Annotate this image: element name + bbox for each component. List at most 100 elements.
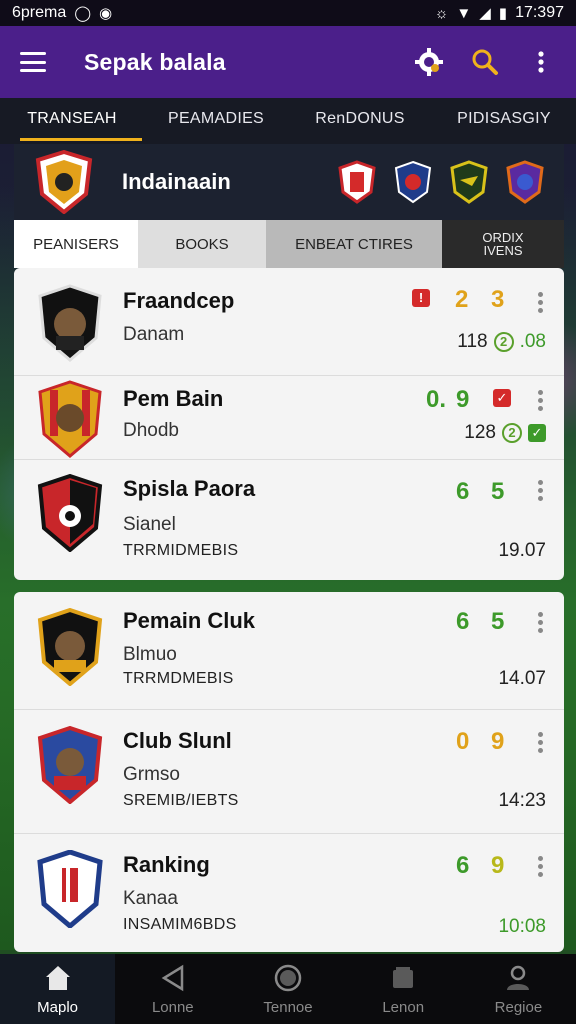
- nav-label: Lonne: [151, 998, 194, 1016]
- more-options-icon[interactable]: [538, 732, 544, 754]
- list-item[interactable]: Club Slunl Grmso SREMIB/IEBTS 0 9 14:23: [14, 710, 564, 834]
- filter-tabs: PEANISERS BOOKS ENBEAT CTIRES ORDIX IVEN…: [14, 220, 564, 268]
- list-item[interactable]: Pemain Cluk Blmuo TRRMDMEBIS 6 5 14.07: [14, 592, 564, 710]
- row-subtitle: Dhodb: [123, 420, 179, 441]
- list-item[interactable]: Spisla Paora Sianel TRRMIDMEBIS 6 5 19.0…: [14, 460, 564, 580]
- score-home: 0: [456, 728, 470, 755]
- filter-ordix-line2: IVENS: [483, 243, 523, 258]
- tab-transeah[interactable]: TRANSEAH: [0, 98, 144, 144]
- tab-pidisasgiy[interactable]: PIDISASGIY: [432, 98, 576, 144]
- battery-icon: ▮: [498, 4, 508, 22]
- score-away: 9: [491, 728, 505, 755]
- alarm-icon: ☼: [434, 4, 449, 22]
- app-bar: Sepak balala: [0, 26, 576, 98]
- row-subtitle: Sianel: [123, 514, 176, 535]
- red-card-icon: !: [412, 289, 430, 307]
- check-icon: ✓: [528, 424, 546, 442]
- nav-tennoe[interactable]: Tennoe: [230, 954, 345, 1024]
- club-badge-icon: [37, 474, 103, 552]
- timer-ring-icon: 2: [502, 423, 522, 443]
- list-item[interactable]: Fraandcep Danam ! 2 3 118 2 .08: [14, 268, 564, 376]
- more-options-icon[interactable]: [538, 292, 544, 314]
- row-meta-extra: .08: [519, 331, 546, 352]
- more-options-icon[interactable]: [538, 480, 544, 502]
- row-meta-value: 118: [457, 331, 488, 352]
- score-home: 6: [456, 608, 470, 635]
- list-item[interactable]: Ranking Kanaa INSAMIM6BDS 6 9 10:08: [14, 834, 564, 952]
- nav-label: Maplo: [37, 998, 79, 1016]
- more-options-icon[interactable]: [538, 612, 544, 634]
- team-green-crest-icon[interactable]: [450, 160, 488, 204]
- row-meta-value: 128: [464, 422, 496, 443]
- more-options-icon[interactable]: [538, 390, 544, 412]
- row-meta-value: 19.07: [498, 540, 546, 561]
- nav-lonne[interactable]: Lonne: [115, 954, 230, 1024]
- filter-books[interactable]: BOOKS: [138, 220, 266, 268]
- filter-peanisers[interactable]: PEANISERS: [14, 220, 138, 268]
- score-home: 6: [456, 852, 470, 879]
- search-icon[interactable]: [470, 47, 500, 77]
- more-options-icon[interactable]: [538, 856, 544, 878]
- league-crest-icon[interactable]: [34, 150, 94, 214]
- more-vert-icon[interactable]: [526, 47, 556, 77]
- signal-icon: ◢: [479, 4, 491, 22]
- nav-label: Lenon: [382, 998, 425, 1016]
- tab-rendonus[interactable]: RenDONUS: [288, 98, 432, 144]
- row-title: Club Slunl: [123, 728, 232, 753]
- row-status: INSAMIM6BDS: [123, 916, 237, 933]
- nav-home[interactable]: Maplo: [0, 954, 116, 1024]
- club-badge-icon: [37, 608, 103, 686]
- results-card: Fraandcep Danam ! 2 3 118 2 .08 Pem Bain…: [14, 268, 564, 580]
- score-home: 0.: [426, 386, 447, 413]
- row-status: TRRMDMEBIS: [123, 670, 234, 687]
- league-header: Indainaain: [14, 144, 564, 220]
- row-meta-value: 14:23: [498, 790, 546, 811]
- score-away: 3: [491, 286, 505, 313]
- top-tabs: TRANSEAH PEAMADIES RenDONUS PIDISASGIY: [0, 98, 576, 144]
- row-meta: 14:23: [498, 790, 546, 812]
- app-title: Sepak balala: [84, 48, 226, 75]
- row-meta: 14.07: [498, 668, 546, 690]
- row-subtitle: Blmuo: [123, 644, 177, 665]
- settings-gear-icon[interactable]: [414, 47, 444, 77]
- club-badge-icon: [38, 380, 102, 458]
- row-title: Ranking: [123, 852, 210, 877]
- row-meta: 128 2 ✓: [464, 422, 546, 444]
- nav-label: Tennoe: [263, 998, 313, 1016]
- hamburger-menu-icon[interactable]: [20, 52, 46, 72]
- recent-apps-icon: [393, 966, 414, 988]
- score-home: 6: [456, 478, 470, 505]
- row-meta-value: 10:08: [498, 916, 546, 937]
- filter-enbeat-ctires[interactable]: ENBEAT CTIRES: [266, 220, 442, 268]
- clock: 17:397: [515, 4, 564, 21]
- circle-status-icon: ◯: [74, 4, 92, 22]
- row-subtitle: Danam: [123, 324, 185, 345]
- notification-icon: ◉: [99, 4, 113, 22]
- back-triangle-icon: [161, 964, 184, 991]
- nav-regioe[interactable]: Regioe: [461, 954, 576, 1024]
- score-home: 2: [455, 286, 469, 313]
- profile-icon: [507, 965, 530, 990]
- row-meta: 19.07: [498, 540, 546, 562]
- row-meta: 118 2 .08: [457, 331, 546, 353]
- results-card: Pemain Cluk Blmuo TRRMDMEBIS 6 5 14.07 C…: [14, 592, 564, 952]
- score-away: 9: [456, 386, 470, 413]
- row-status: SREMIB/IEBTS: [123, 792, 239, 809]
- row-meta-value: 14.07: [498, 668, 546, 689]
- team-purple-crest-icon[interactable]: [506, 160, 544, 204]
- club-badge-icon: [37, 726, 103, 804]
- row-status: TRRMIDMEBIS: [123, 542, 239, 559]
- row-title: Spisla Paora: [123, 476, 256, 501]
- team-red-crest-icon[interactable]: [338, 160, 376, 204]
- club-badge-icon: [37, 850, 103, 928]
- score-away: 9: [491, 852, 505, 879]
- nav-lenon[interactable]: Lenon: [346, 954, 461, 1024]
- circle-home-icon: [274, 964, 302, 991]
- filter-ordix[interactable]: ORDIX IVENS: [442, 220, 564, 268]
- team-blue-crest-icon[interactable]: [394, 160, 432, 204]
- row-title: Pemain Cluk: [123, 608, 256, 633]
- score-away: 5: [491, 478, 505, 505]
- tab-peamadies[interactable]: PEAMADIES: [144, 98, 288, 144]
- status-bar: 6prema ◯ ◉ ☼ ▼ ◢ ▮ 17:397: [0, 0, 576, 26]
- list-item[interactable]: Pem Bain Dhodb 0. 9 ✓ 128 2 ✓: [14, 376, 564, 460]
